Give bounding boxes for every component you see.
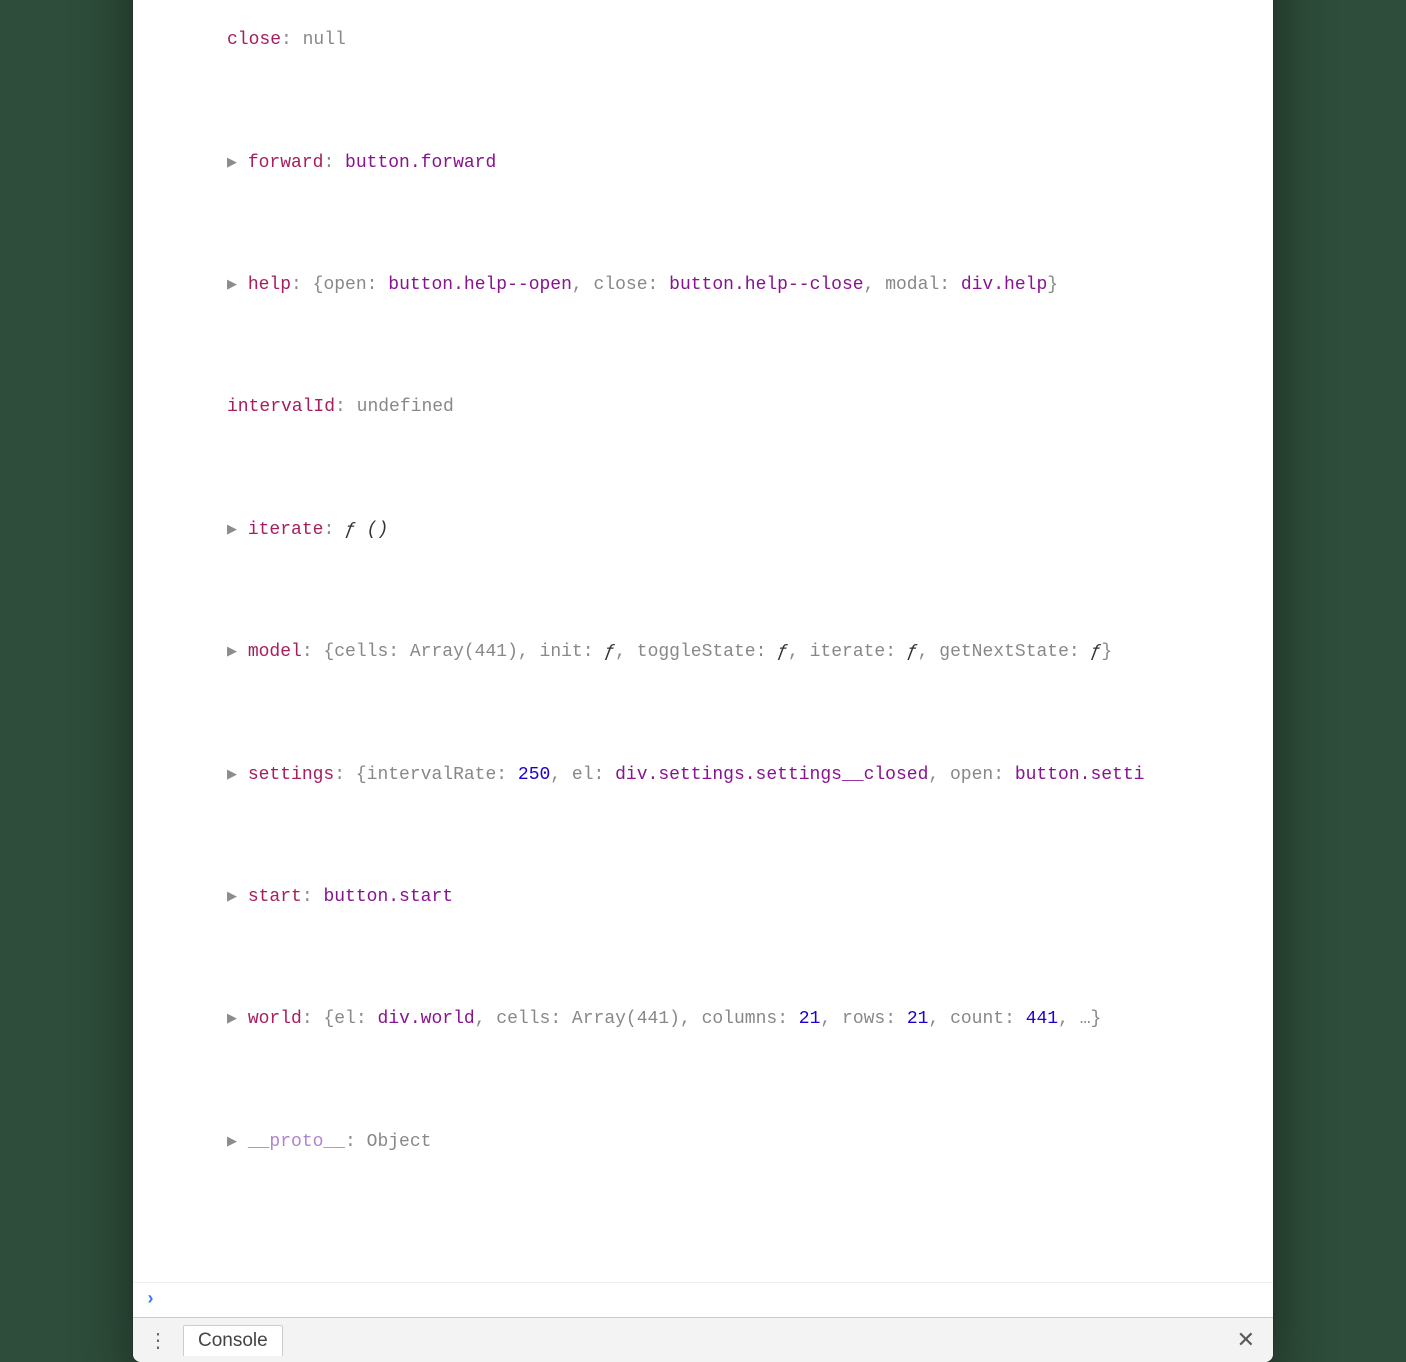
devtools-window: Developer Tools - http://localhost:8080/… [133, 0, 1273, 1362]
console-prompt[interactable]: › [133, 1283, 1273, 1318]
prop-start[interactable]: ▶ start: button.start [227, 882, 1261, 913]
close-drawer-icon[interactable]: ✕ [1227, 1327, 1265, 1353]
prop-forward[interactable]: ▶ forward: button.forward [227, 148, 1261, 179]
console-output-object: ▼ {world: {…}, model: {…}, settings: {…}… [169, 0, 1261, 1280]
prop-help[interactable]: ▶ help: {open: button.help--open, close:… [227, 270, 1261, 301]
console-prompt-input[interactable] [169, 1285, 1261, 1316]
drawer-tab-console[interactable]: Console [183, 1325, 283, 1356]
drawer-menu-icon[interactable]: ⋮ [141, 1328, 175, 1353]
drawer: ⋮ Console ✕ [133, 1318, 1273, 1362]
prop-world[interactable]: ▶ world: {el: div.world, cells: Array(44… [227, 1004, 1261, 1035]
prop-settings[interactable]: ▶ settings: {intervalRate: 250, el: div.… [227, 760, 1261, 791]
prop-proto[interactable]: ▶ __proto__: Object [227, 1127, 1261, 1158]
prop-intervalid[interactable]: intervalId: undefined [227, 392, 1261, 423]
console-output: › app ‹ ▼ {world: {…}, model: {…}, setti… [133, 0, 1273, 1318]
prompt-chevron-icon: › [145, 1285, 169, 1316]
prop-close[interactable]: close: null [227, 25, 1261, 56]
prop-model[interactable]: ▶ model: {cells: Array(441), init: ƒ, to… [227, 637, 1261, 668]
object-properties: close: null ▶ forward: button.forward ▶ … [169, 0, 1261, 1218]
console-output-row[interactable]: ‹ ▼ {world: {…}, model: {…}, settings: {… [133, 0, 1273, 1283]
output-chevron-icon: ‹ [145, 0, 169, 1280]
prop-iterate[interactable]: ▶ iterate: ƒ () [227, 515, 1261, 546]
